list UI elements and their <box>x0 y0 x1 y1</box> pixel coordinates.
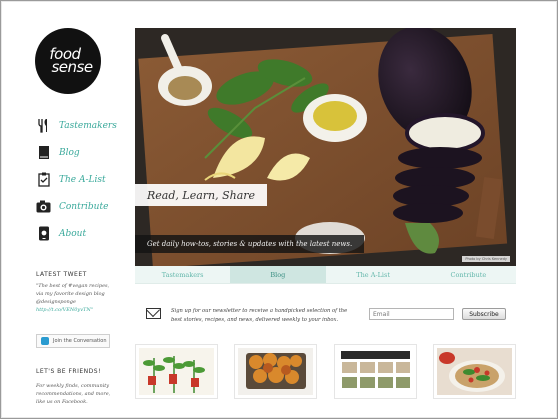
tweet-link[interactable]: http://t.co/VEN0yvTN" <box>36 306 116 314</box>
thumbnail-chips[interactable] <box>234 344 318 399</box>
tab-a-list[interactable]: The A-List <box>326 266 421 283</box>
section-tabs: Tastemakers Blog The A-List Contribute <box>135 266 516 284</box>
sidebar-item-label: About <box>59 228 87 239</box>
photo-credit: Photo by Chris Kennedy <box>462 256 510 262</box>
sidebar-item-a-list[interactable]: The A-List <box>36 166 126 193</box>
friends-heading: LET'S BE FRIENDS! <box>36 368 101 375</box>
twitter-icon <box>41 337 49 345</box>
food-sense-logo[interactable]: food sense <box>35 28 101 94</box>
tweet-text: "The best of #vegan recipes, via my favo… <box>36 283 110 305</box>
tab-blog[interactable]: Blog <box>230 266 326 283</box>
logo-line-2: sense <box>51 58 93 76</box>
subscribe-button[interactable]: Subscribe <box>462 308 506 320</box>
sidebar-item-label: Tastemakers <box>59 120 117 131</box>
book-icon <box>36 145 51 161</box>
join-label: Join the Conversation <box>53 338 107 344</box>
sidebar-item-blog[interactable]: Blog <box>36 139 126 166</box>
sidebar-item-about[interactable]: About <box>36 220 126 247</box>
hero-banner[interactable]: Read, Learn, Share Get daily how-tos, st… <box>135 28 516 266</box>
utensils-icon <box>36 118 51 134</box>
sidebar-item-label: Contribute <box>59 201 109 212</box>
email-field[interactable] <box>369 308 454 320</box>
clipboard-icon <box>36 172 51 188</box>
sidebar-item-label: Blog <box>59 147 80 158</box>
sidebar-nav: Tastemakers Blog The A-List Contribute A… <box>36 112 126 247</box>
thumbnail-image <box>436 348 512 395</box>
camera-icon <box>36 199 51 215</box>
sidebar-item-contribute[interactable]: Contribute <box>36 193 126 220</box>
thumbnail-tomato-plants[interactable] <box>135 344 218 399</box>
hero-subtitle: Get daily how-tos, stories & updates wit… <box>135 235 365 253</box>
thumbnail-image <box>337 348 413 395</box>
phone-icon <box>36 226 51 242</box>
friends-text: For weekly finds, community recommendati… <box>36 383 111 405</box>
join-conversation-button[interactable]: Join the Conversation <box>36 334 110 348</box>
newsletter-signup: Sign up for our newsletter to receive a … <box>135 300 516 332</box>
latest-tweet-heading: LATEST TWEET <box>36 271 87 278</box>
sidebar-item-label: The A-List <box>59 174 106 185</box>
newsletter-text: Sign up for our newsletter to receive a … <box>171 308 348 323</box>
thumbnail-image <box>238 348 314 395</box>
tab-tastemakers[interactable]: Tastemakers <box>135 266 230 283</box>
tab-contribute[interactable]: Contribute <box>421 266 516 283</box>
mail-icon <box>146 308 161 319</box>
thumbnail-image <box>139 348 214 395</box>
latest-tweet: "The best of #vegan recipes, via my favo… <box>36 282 116 314</box>
thumbnail-website[interactable] <box>333 344 417 399</box>
sidebar-item-tastemakers[interactable]: Tastemakers <box>36 112 126 139</box>
hero-title: Read, Learn, Share <box>135 184 268 206</box>
hero-food-photo <box>135 28 516 266</box>
featured-thumbnails <box>135 344 516 399</box>
thumbnail-salad[interactable] <box>432 344 516 399</box>
